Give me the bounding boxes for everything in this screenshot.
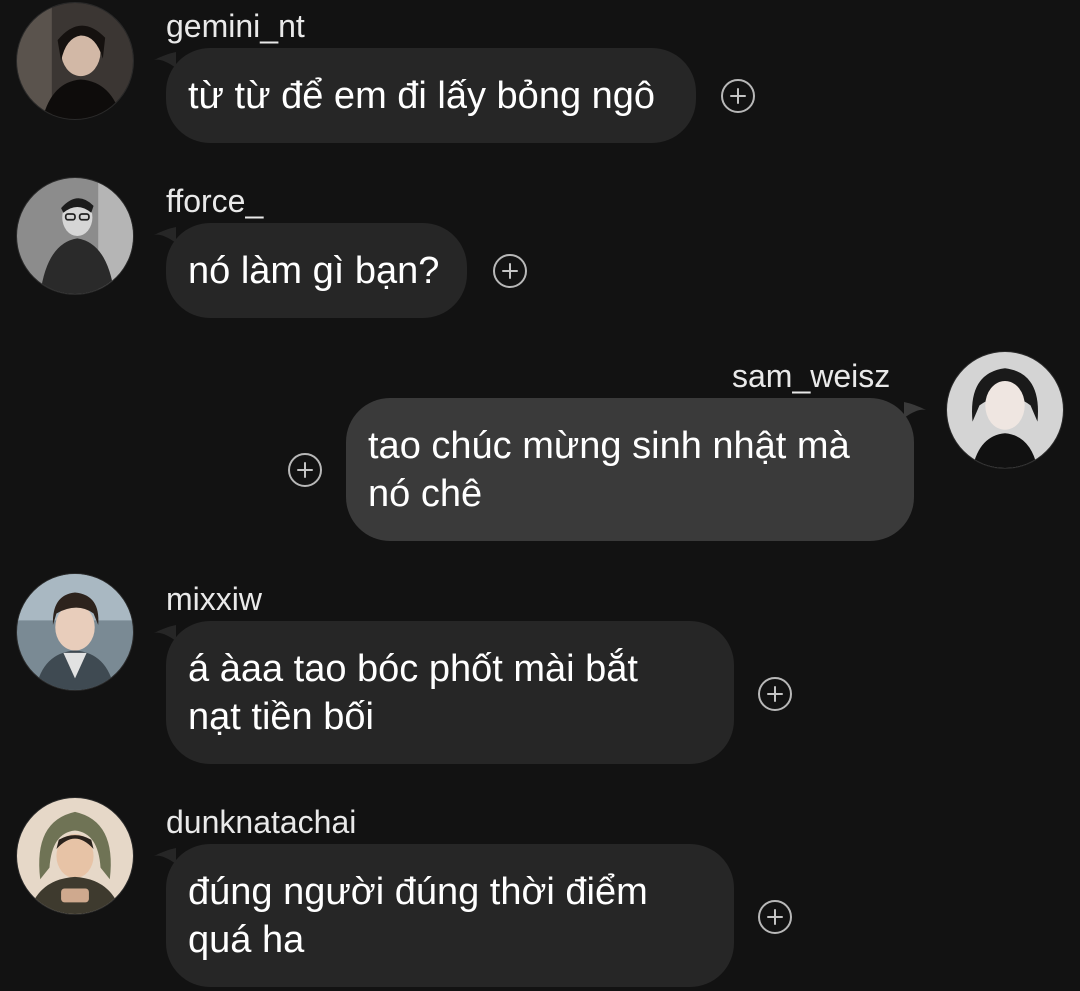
avatar[interactable]	[16, 573, 134, 691]
bubble-tail	[154, 625, 176, 641]
user-avatar-photo	[17, 798, 133, 914]
avatar[interactable]	[16, 797, 134, 915]
message-bubble[interactable]: nó làm gì bạn?	[166, 223, 467, 318]
avatar[interactable]	[16, 2, 134, 120]
message-text: á àaa tao bóc phốt mài bắt nạt tiền bối	[188, 647, 638, 738]
user-avatar-photo	[947, 352, 1063, 468]
message-text: từ từ để em đi lấy bỏng ngô	[188, 74, 656, 117]
user-avatar-photo	[17, 178, 133, 294]
avatar[interactable]	[946, 351, 1064, 469]
username[interactable]: mixxiw	[166, 579, 262, 619]
bubble-tail	[154, 848, 176, 864]
username[interactable]: gemini_nt	[166, 6, 305, 46]
bubble-tail	[154, 227, 176, 243]
user-avatar-photo	[17, 3, 133, 119]
bubble-tail	[904, 402, 926, 418]
username[interactable]: fforce_	[166, 181, 263, 221]
add-reaction-icon[interactable]	[758, 677, 792, 711]
bubble-tail	[154, 52, 176, 68]
avatar[interactable]	[16, 177, 134, 295]
message-bubble[interactable]: đúng người đúng thời điểm quá ha	[166, 844, 734, 987]
add-reaction-icon[interactable]	[721, 79, 755, 113]
add-reaction-icon[interactable]	[758, 900, 792, 934]
username[interactable]: dunknatachai	[166, 802, 356, 842]
user-avatar-photo	[17, 574, 133, 690]
message-text: nó làm gì bạn?	[188, 249, 440, 292]
message-bubble[interactable]: tao chúc mừng sinh nhật mà nó chê	[346, 398, 914, 541]
message-text: đúng người đúng thời điểm quá ha	[188, 870, 648, 961]
message-bubble[interactable]: từ từ để em đi lấy bỏng ngô	[166, 48, 696, 143]
message-bubble[interactable]: á àaa tao bóc phốt mài bắt nạt tiền bối	[166, 621, 734, 764]
message-text: tao chúc mừng sinh nhật mà nó chê	[368, 424, 850, 515]
add-reaction-icon[interactable]	[493, 254, 527, 288]
username[interactable]: sam_weisz	[732, 356, 890, 396]
add-reaction-icon[interactable]	[288, 453, 322, 487]
